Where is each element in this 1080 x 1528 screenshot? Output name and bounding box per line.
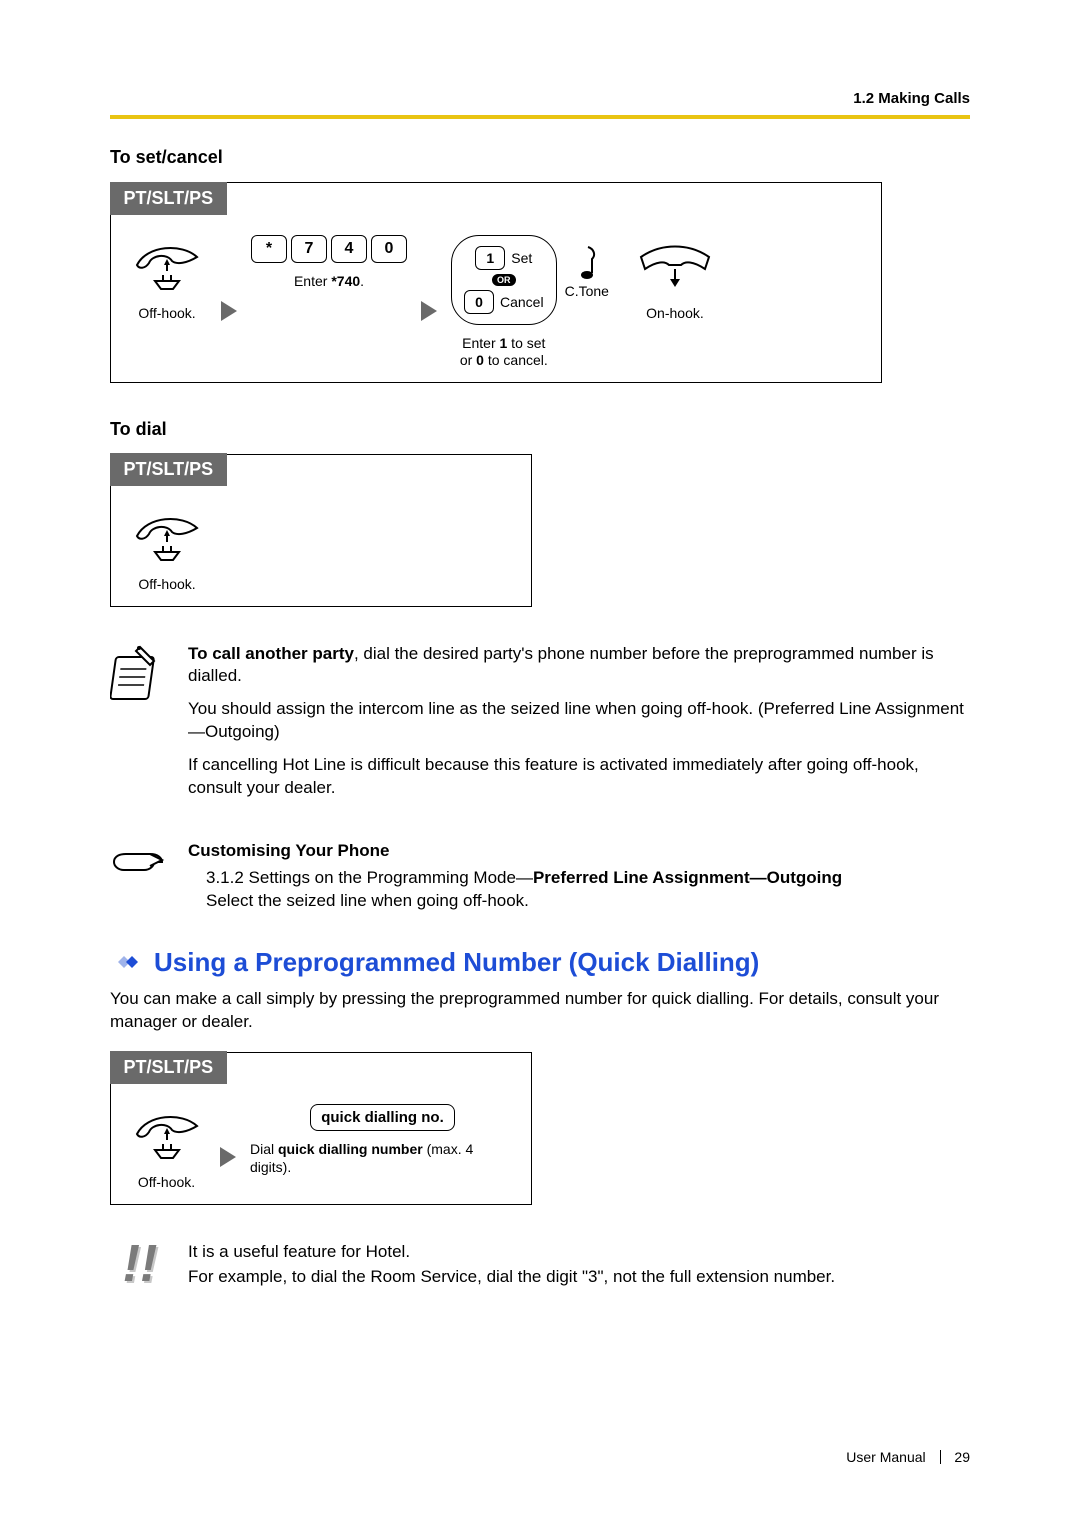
- offhook-icon: [127, 506, 207, 566]
- quick-offhook-caption: Off-hook.: [138, 1174, 195, 1192]
- footer-page: 29: [954, 1449, 970, 1465]
- offhook-icon: [127, 235, 207, 295]
- note-2: You should assign the intercom line as t…: [188, 698, 970, 744]
- exclaim-icon: !!: [110, 1241, 170, 1299]
- note-3: If cancelling Hot Line is difficult beca…: [188, 754, 970, 800]
- choice-set-label: Set: [511, 250, 532, 266]
- setcancel-box: PT/SLT/PS Off-hook.: [110, 182, 882, 383]
- keycap-4: 4: [331, 235, 367, 263]
- or-pill: OR: [492, 274, 516, 286]
- keycap-7: 7: [291, 235, 327, 263]
- note-icon: [574, 243, 600, 283]
- keycap-star: *: [251, 235, 287, 263]
- ctone-label: C.Tone: [565, 283, 609, 299]
- setcancel-title: To set/cancel: [110, 147, 970, 168]
- tip-line-1: It is a useful feature for Hotel.: [188, 1241, 835, 1264]
- arrow-icon: [421, 283, 437, 321]
- choice-capsule: 1 Set OR 0 Cancel: [451, 235, 557, 325]
- setcancel-tab: PT/SLT/PS: [110, 182, 228, 215]
- keycap-row: * 7 4 0: [251, 235, 407, 263]
- choice-caption: Enter 1 to set or 0 to cancel.: [460, 335, 548, 370]
- customising-block: Customising Your Phone 3.1.2 Settings on…: [110, 840, 970, 913]
- choice-cancel-label: Cancel: [500, 294, 544, 310]
- offhook-icon: [127, 1104, 207, 1164]
- quick-dial-keytext: quick dialling no.: [310, 1104, 455, 1131]
- quickdial-tab: PT/SLT/PS: [110, 1051, 228, 1084]
- dial-tab: PT/SLT/PS: [110, 453, 228, 486]
- pointing-hand-icon: [110, 840, 170, 913]
- page-header: 1.2 Making Calls: [110, 90, 970, 107]
- choice-key-0: 0: [464, 290, 494, 314]
- keycap-0: 0: [371, 235, 407, 263]
- notepad-icon: [110, 643, 170, 811]
- arrow-icon: [221, 283, 237, 321]
- dial-offhook-caption: Off-hook.: [138, 576, 195, 594]
- header-rule: [110, 115, 970, 119]
- notes-block: To call another party, dial the desired …: [110, 643, 970, 811]
- diamond-bullet-icon: [110, 951, 144, 973]
- quick-dial-caption: Dial quick dialling number (max. 4 digit…: [250, 1141, 515, 1176]
- onhook-caption: On-hook.: [646, 305, 704, 323]
- quickdial-intro: You can make a call simply by pressing t…: [110, 988, 970, 1034]
- dial-title: To dial: [110, 419, 970, 440]
- footer-label: User Manual: [846, 1449, 925, 1465]
- customising-line: 3.1.2 Settings on the Programming Mode—P…: [206, 867, 842, 913]
- tip-line-2: For example, to dial the Room Service, d…: [188, 1266, 835, 1289]
- arrow-icon: [220, 1129, 236, 1167]
- dial-box: PT/SLT/PS Off-hook.: [110, 454, 532, 607]
- note-1: To call another party, dial the desired …: [188, 643, 970, 689]
- enter-caption: Enter *740.: [294, 273, 364, 291]
- tip-block: !! It is a useful feature for Hotel. For…: [110, 1241, 970, 1299]
- quickdial-box: PT/SLT/PS Off-hook. quick di: [110, 1052, 532, 1205]
- onhook-icon: [635, 235, 715, 295]
- customising-title: Customising Your Phone: [188, 840, 842, 863]
- page-footer: User Manual 29: [110, 1449, 970, 1465]
- choice-key-1: 1: [475, 246, 505, 270]
- offhook-caption: Off-hook.: [138, 305, 195, 323]
- section-heading: Using a Preprogrammed Number (Quick Dial…: [110, 947, 970, 978]
